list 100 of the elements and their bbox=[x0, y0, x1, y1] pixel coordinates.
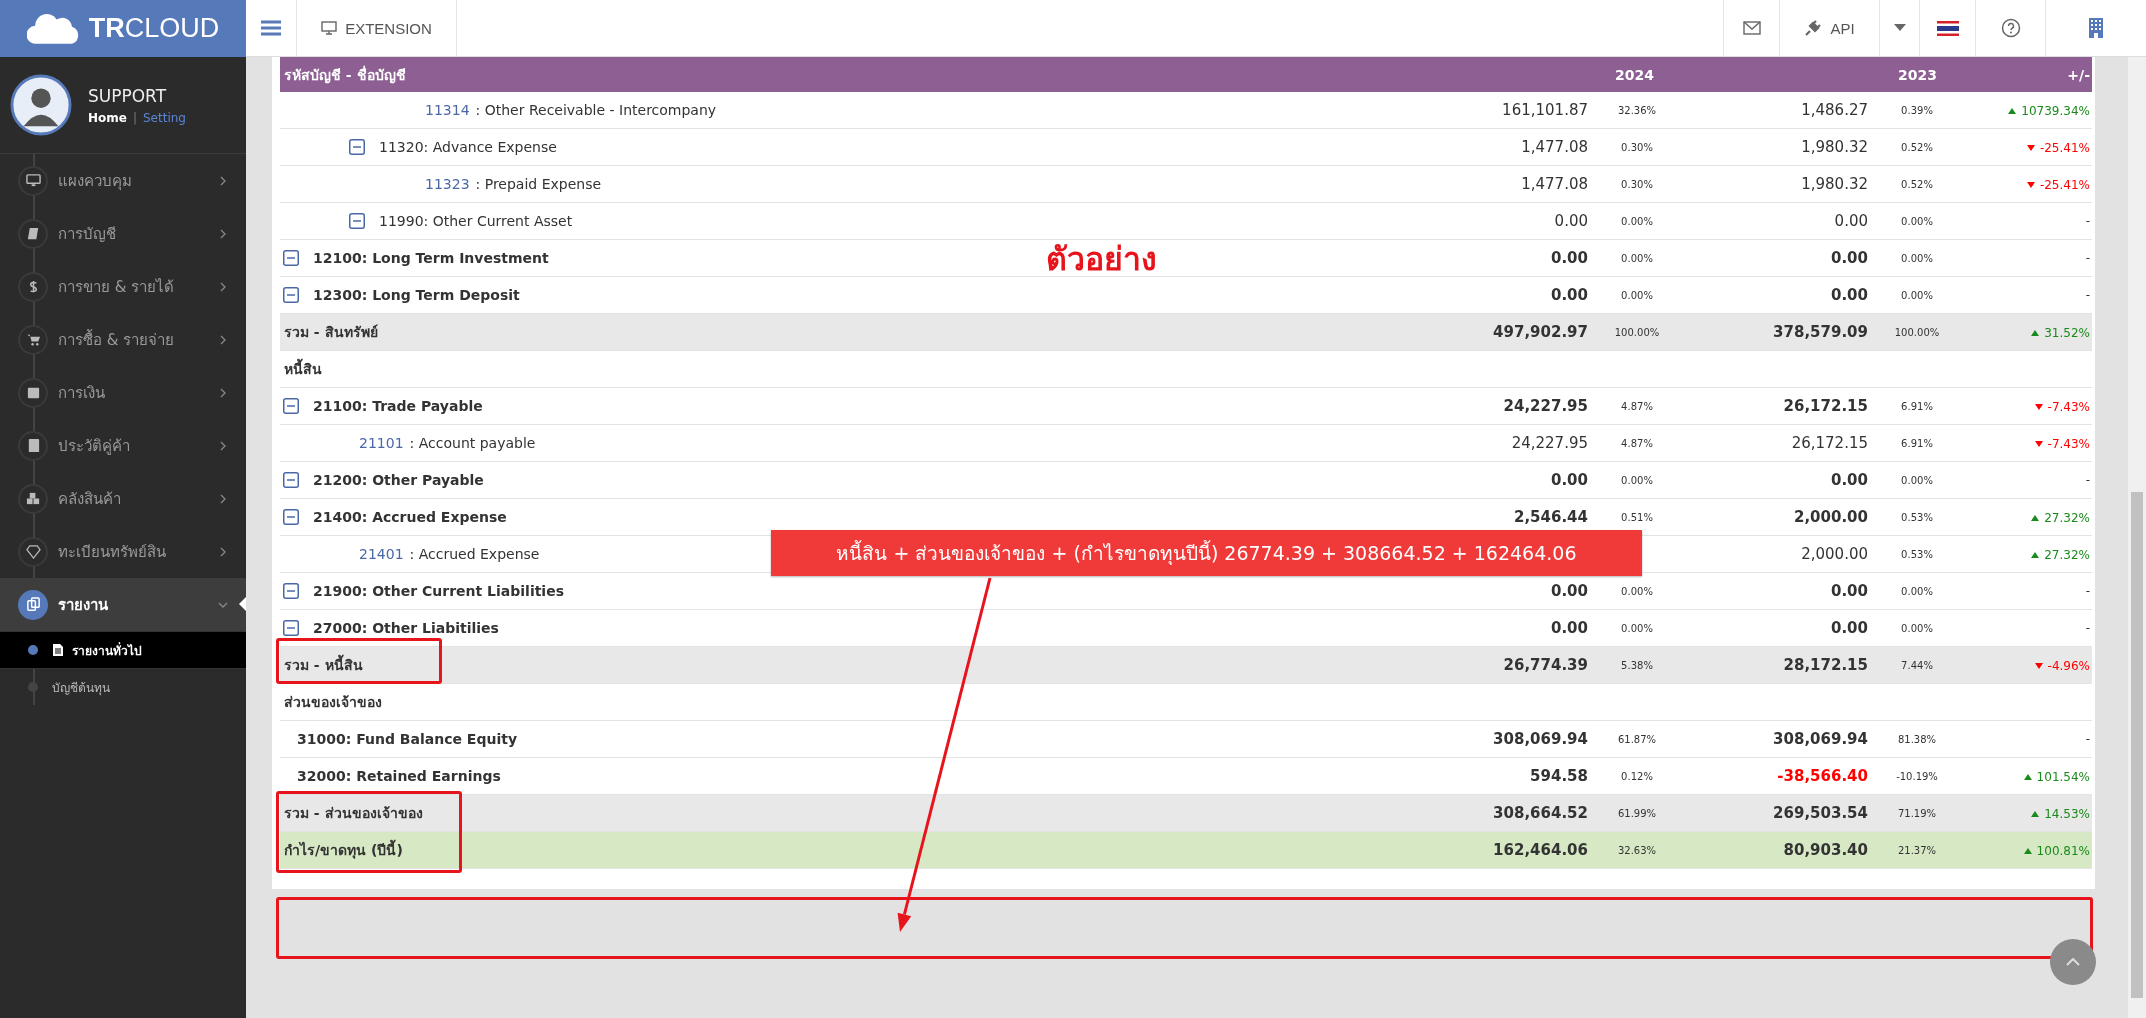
collapse-icon[interactable] bbox=[349, 139, 365, 155]
menu-item[interactable]: คลังสินค้า bbox=[0, 472, 246, 525]
account-code-link[interactable]: 21101 bbox=[359, 435, 404, 451]
collapse-icon[interactable] bbox=[349, 213, 365, 229]
account-code-link[interactable]: 11323 bbox=[425, 176, 470, 192]
percent-cell: 0.00% bbox=[1901, 622, 1933, 634]
chevron-right-icon bbox=[218, 228, 228, 239]
row-label: 21900: Other Current Liabilities bbox=[313, 583, 564, 599]
percent-cell: 4.87% bbox=[1621, 437, 1653, 449]
percent-cell: 0.51% bbox=[1621, 511, 1653, 523]
row-label: รวม - หนี้สิน bbox=[284, 654, 363, 676]
chevron-right-icon bbox=[218, 281, 228, 292]
collapse-icon[interactable] bbox=[283, 250, 299, 266]
amount-cell: 26,172.15 bbox=[1783, 397, 1868, 415]
menu-item[interactable]: แผงควบคุม bbox=[0, 154, 246, 207]
change-cell: -7.43% bbox=[2034, 399, 2090, 414]
percent-cell: 6.91% bbox=[1901, 400, 1933, 412]
callout-note: หนี้สิน + ส่วนของเจ้าของ + (กำไรขาดทุนปีนี้) 26774.39 + 308664.52 + 162464.06 bbox=[771, 530, 1642, 576]
plug-icon bbox=[1804, 19, 1823, 37]
percent-cell: 0.52% bbox=[1901, 141, 1933, 153]
flag-icon bbox=[1936, 20, 1959, 36]
collapse-icon[interactable] bbox=[283, 287, 299, 303]
percent-cell: 0.00% bbox=[1901, 585, 1933, 597]
menu-icon bbox=[18, 271, 48, 302]
collapse-icon[interactable] bbox=[283, 583, 299, 599]
triangle-down-icon bbox=[2026, 144, 2035, 151]
menu-icon bbox=[18, 218, 48, 249]
user-name: SUPPORT bbox=[88, 85, 168, 106]
amount-cell: 308,069.94 bbox=[1493, 730, 1588, 748]
percent-cell: 0.00% bbox=[1621, 622, 1653, 634]
change-cell: -25.41% bbox=[2026, 177, 2090, 192]
amount-cell: 1,980.32 bbox=[1801, 138, 1868, 156]
menu-item[interactable]: ประวัติคู่ค้า bbox=[0, 419, 246, 472]
column-header: +/- bbox=[2066, 66, 2091, 83]
percent-cell: 0.00% bbox=[1901, 289, 1933, 301]
profile-link[interactable]: Home bbox=[88, 110, 127, 125]
row-label: 21200: Other Payable bbox=[313, 472, 484, 488]
avatar-icon bbox=[10, 74, 72, 136]
amount-cell: 26,774.39 bbox=[1503, 656, 1588, 674]
triangle-down-icon bbox=[2026, 181, 2035, 188]
row-label: 21100: Trade Payable bbox=[313, 398, 483, 414]
caret-icon bbox=[1893, 24, 1906, 32]
collapse-icon[interactable] bbox=[283, 620, 299, 636]
collapse-icon[interactable] bbox=[283, 472, 299, 488]
menu-icon bbox=[18, 483, 48, 514]
column-header: รหัสบัญชี - ชื่อบัญชี bbox=[283, 64, 407, 86]
percent-cell: 7.44% bbox=[1901, 659, 1933, 671]
triangle-down-icon bbox=[2034, 403, 2043, 410]
bullet-dot-icon bbox=[28, 682, 38, 692]
amount-cell: 2,546.44 bbox=[1513, 508, 1588, 526]
amount-cell: 0.00 bbox=[1551, 582, 1588, 600]
menu-icon bbox=[261, 20, 281, 36]
change-cell: -25.41% bbox=[2026, 140, 2090, 155]
row-label: 12100: Long Term Investment bbox=[313, 250, 549, 266]
row-label: ส่วนของเจ้าของ bbox=[284, 693, 382, 712]
menu-icon bbox=[18, 536, 48, 567]
percent-cell: 0.53% bbox=[1901, 548, 1933, 560]
menu-icon bbox=[18, 324, 48, 355]
collapse-icon[interactable] bbox=[283, 398, 299, 414]
change-cell: - bbox=[2085, 621, 2090, 635]
row-label: 21400: Accrued Expense bbox=[313, 509, 507, 525]
menu-icon bbox=[18, 377, 48, 408]
scroll-top-button[interactable] bbox=[2050, 939, 2096, 985]
submenu-item[interactable]: รายงานทั่วไป bbox=[0, 631, 246, 668]
menu-item[interactable]: การบัญชี bbox=[0, 207, 246, 260]
menu-item[interactable]: รายงาน bbox=[0, 578, 246, 631]
account-name: : Prepaid Expense bbox=[475, 176, 602, 192]
logo-wordmark: TRCLOUD bbox=[88, 13, 220, 44]
account-code-link[interactable]: 11314 bbox=[425, 102, 470, 118]
menu-item[interactable]: ทะเบียนทรัพย์สิน bbox=[0, 525, 246, 578]
percent-cell: 0.00% bbox=[1621, 252, 1653, 264]
menu-icon bbox=[18, 165, 48, 196]
change-cell: 31.52% bbox=[2031, 325, 2090, 340]
change-cell: -4.96% bbox=[2034, 658, 2090, 673]
menu-item[interactable]: การเงิน bbox=[0, 366, 246, 419]
bullet-dot-icon bbox=[28, 645, 38, 655]
account-name: : Other Receivable - Intercompany bbox=[475, 102, 717, 118]
row-label: หนี้สิน bbox=[284, 358, 322, 380]
percent-cell: 0.00% bbox=[1901, 474, 1933, 486]
scrollbar[interactable] bbox=[2128, 57, 2146, 1018]
profile-link[interactable]: Setting bbox=[143, 110, 186, 125]
menu-item[interactable]: การซื้อ & รายจ่าย bbox=[0, 313, 246, 366]
percent-cell: 0.53% bbox=[1901, 511, 1933, 523]
row-label: 12300: Long Term Deposit bbox=[313, 287, 520, 303]
row-label: 32000: Retained Earnings bbox=[297, 768, 501, 784]
amount-cell: 0.00 bbox=[1831, 249, 1868, 267]
menu-item[interactable]: การขาย & รายได้ bbox=[0, 260, 246, 313]
change-cell: -7.43% bbox=[2034, 436, 2090, 451]
amount-cell: 1,980.32 bbox=[1801, 175, 1868, 193]
triangle-up-icon bbox=[2031, 329, 2040, 336]
account-code-link[interactable]: 21401 bbox=[359, 546, 404, 562]
percent-cell: 61.87% bbox=[1617, 733, 1657, 745]
amount-cell: 24,227.95 bbox=[1503, 397, 1588, 415]
percent-cell: 5.38% bbox=[1621, 659, 1653, 671]
triangle-up-icon bbox=[2031, 551, 2040, 558]
percent-cell: -10.19% bbox=[1896, 770, 1938, 782]
percent-cell: 61.99% bbox=[1617, 807, 1657, 819]
collapse-icon[interactable] bbox=[283, 509, 299, 525]
amount-cell: 0.00 bbox=[1834, 212, 1868, 230]
change-cell: 14.53% bbox=[2031, 806, 2090, 821]
